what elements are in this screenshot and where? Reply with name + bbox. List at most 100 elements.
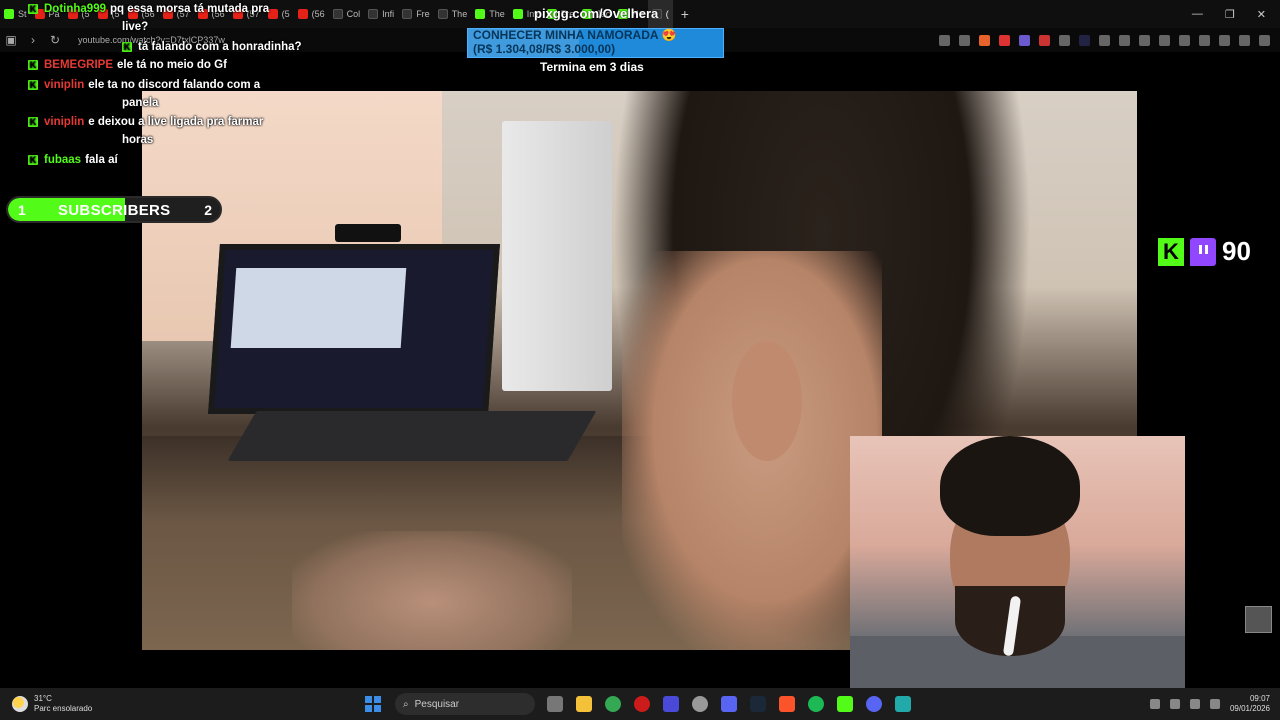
clock-date: 09/01/2026 — [1229, 704, 1270, 713]
chrome-icon[interactable] — [605, 696, 621, 712]
youtube-favicon-icon — [297, 9, 308, 19]
browser-tab[interactable]: The — [471, 0, 509, 28]
kick-badge-icon: K — [122, 42, 132, 52]
subscriber-start-count: 1 — [18, 202, 26, 218]
volume-icon[interactable] — [1209, 699, 1220, 709]
tab-label: (56 — [311, 9, 325, 19]
chat-text: live? — [122, 21, 149, 33]
app-icon[interactable] — [663, 696, 679, 712]
windows-taskbar: 31°C Parc ensolarado ⌕ Pesquisar 09:07 0… — [0, 688, 1280, 720]
search-icon: ⌕ — [403, 698, 409, 710]
chat-text: ele tá no meio do Gf — [117, 59, 227, 71]
chat-message: Kviniplin ele ta no discord falando com a — [28, 76, 260, 94]
tray-icon[interactable] — [1169, 699, 1180, 709]
dark-favicon-icon — [402, 9, 413, 19]
browser-tab[interactable]: St — [0, 0, 31, 28]
chat-message: Kfubaas fala aí — [28, 151, 118, 169]
webcam — [335, 224, 401, 242]
weather-widget[interactable]: 31°C Parc ensolarado — [0, 694, 200, 714]
opera-icon[interactable] — [634, 696, 650, 712]
sidebar-icon[interactable] — [1179, 34, 1190, 46]
partly-sunny-icon — [12, 696, 28, 712]
chat-text: tá falando com a honradinha? — [138, 41, 302, 53]
steam-icon[interactable] — [750, 696, 766, 712]
chat-username[interactable]: viniplin — [44, 79, 84, 91]
donation-goal: CONHECER MINHA NAMORADA 😍 (R$ 1.304,08/R… — [467, 28, 724, 58]
restore-button[interactable]: ❐ — [1225, 8, 1235, 21]
discord-icon[interactable] — [866, 696, 882, 712]
dark-favicon-icon — [332, 9, 343, 19]
extension-icon[interactable] — [1019, 34, 1030, 46]
menu-icon[interactable] — [1259, 34, 1270, 46]
browser-tab[interactable]: The — [434, 0, 472, 28]
rewards-icon[interactable] — [999, 34, 1010, 46]
person-ear — [732, 341, 802, 461]
wallet-icon[interactable] — [1199, 34, 1210, 46]
search-placeholder: Pesquisar — [414, 698, 460, 710]
extension-icon[interactable] — [1099, 34, 1110, 46]
chat-username[interactable]: BEMEGRIPE — [44, 59, 113, 71]
network-icon[interactable] — [1189, 699, 1200, 709]
chat-username[interactable]: Dotinha999 — [44, 3, 106, 15]
forward-icon[interactable]: › — [22, 33, 44, 47]
browser-tab[interactable]: (56 — [294, 0, 329, 28]
brave-icon[interactable] — [779, 696, 795, 712]
screen: St Pa (5 (5 (56 (57 (56 (57 (5 (56 Col Infi Fre The Th… — [0, 0, 1280, 720]
chat-message: K Dotinha999 pq essa morsa tá mutada pra — [28, 0, 269, 18]
laptop-screen — [208, 244, 500, 414]
task-view-icon[interactable] — [547, 696, 563, 712]
screenshot-icon[interactable] — [939, 34, 950, 46]
kick-badge-icon: K — [28, 80, 38, 90]
app-icon[interactable] — [837, 696, 853, 712]
streamer-hair — [940, 436, 1080, 536]
extension-icon[interactable] — [1059, 34, 1070, 46]
viewer-counter: K 90 — [1158, 236, 1251, 267]
dark-favicon-icon — [368, 9, 379, 19]
leo-icon[interactable] — [1219, 34, 1230, 46]
chat-message: panela — [122, 94, 158, 112]
github-icon[interactable] — [692, 696, 708, 712]
browser-tab[interactable]: Infi — [364, 0, 398, 28]
new-tab-button[interactable]: + — [673, 6, 697, 22]
chat-text: pq essa morsa tá mutada pra — [110, 3, 270, 15]
extensions-toolbar — [939, 34, 1280, 46]
minimize-button[interactable]: — — [1192, 8, 1203, 21]
browser-tab[interactable]: Col — [329, 0, 365, 28]
spotify-icon[interactable] — [808, 696, 824, 712]
app-icon[interactable] — [721, 696, 737, 712]
kick-favicon-icon — [512, 9, 523, 19]
chat-username[interactable]: viniplin — [44, 116, 84, 128]
kick-badge-icon: K — [28, 4, 38, 14]
extension-icon[interactable] — [1079, 34, 1090, 46]
vpn-icon[interactable] — [1239, 34, 1250, 46]
tab-label: The — [489, 9, 505, 19]
chat-username[interactable]: fubaas — [44, 154, 81, 166]
goal-amount: (R$ 1.304,08/R$ 3.000,00) — [473, 42, 616, 56]
puzzle-icon[interactable] — [1119, 34, 1130, 46]
tab-label: (5 — [281, 9, 290, 19]
system-tray: 09:07 09/01/2026 — [1149, 694, 1280, 714]
tray-icon[interactable] — [1149, 699, 1160, 709]
tab-label: Fre — [416, 9, 430, 19]
app-icon[interactable] — [895, 696, 911, 712]
file-explorer-icon[interactable] — [576, 696, 592, 712]
extension-icon[interactable] — [1139, 34, 1150, 46]
browser-tab[interactable]: Fre — [398, 0, 434, 28]
extension-icon[interactable] — [1039, 34, 1050, 46]
share-icon[interactable] — [959, 34, 970, 46]
start-button[interactable] — [365, 696, 381, 712]
weather-description: Parc ensolarado — [34, 704, 93, 713]
close-button[interactable]: ✕ — [1257, 8, 1266, 21]
kick-sidebar-icon[interactable]: ▣ — [0, 33, 22, 47]
chat-message: horas — [122, 131, 153, 149]
system-clock[interactable]: 09:07 09/01/2026 — [1230, 694, 1270, 714]
taskbar-search[interactable]: ⌕ Pesquisar — [395, 693, 535, 715]
music-icon[interactable] — [1159, 34, 1170, 46]
chat-message: Kviniplin e deixou a live ligada pra farm… — [28, 113, 263, 131]
kick-badge-icon: K — [28, 60, 38, 70]
reload-icon[interactable]: ↻ — [44, 33, 66, 47]
chat-message: K BEMEGRIPE ele tá no meio do Gf — [28, 56, 227, 74]
viewer-count: 90 — [1222, 236, 1251, 266]
brave-shield-icon[interactable] — [979, 34, 990, 46]
kick-badge-icon: K — [28, 155, 38, 165]
